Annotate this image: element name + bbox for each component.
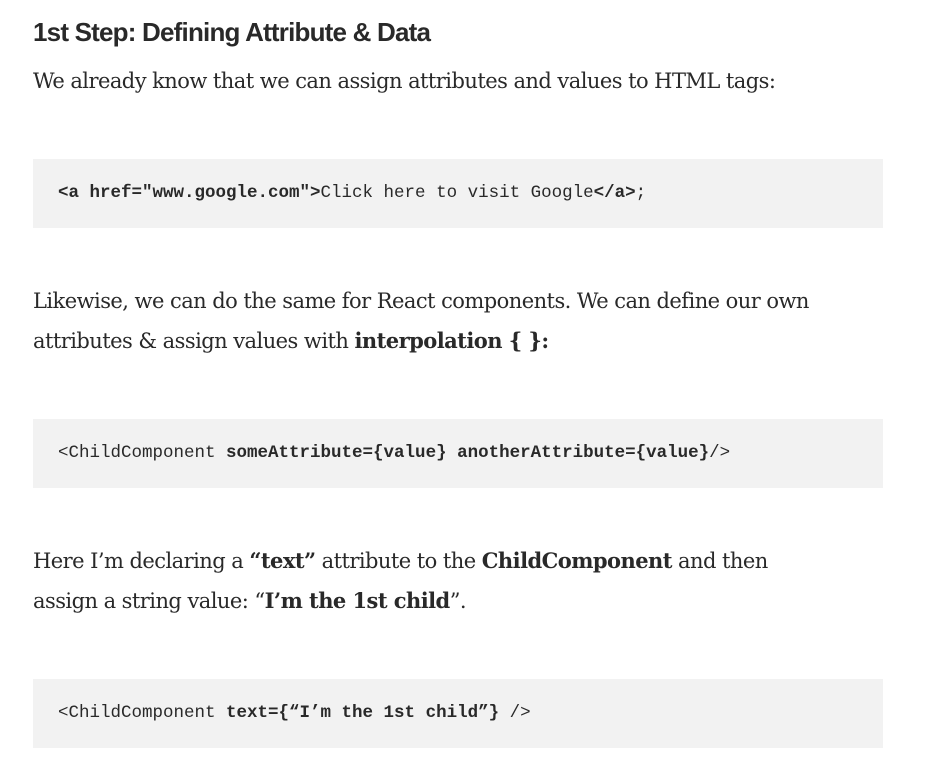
- child-component-emphasis: ChildComponent: [481, 548, 673, 573]
- intro-text: We already know that we can assign attri…: [33, 69, 776, 93]
- paragraph-text: ”.: [449, 589, 467, 613]
- text-attribute-emphasis: “text”: [249, 548, 316, 573]
- code-tag-open: <a href="www.google.com">: [58, 183, 321, 203]
- code-component-open: <ChildComponent: [58, 443, 227, 463]
- code-block-child-attributes: <ChildComponent someAttribute={value} an…: [33, 419, 883, 488]
- paragraph-line: Likewise, we can do the same for React c…: [33, 289, 809, 313]
- paragraph-text: attribute to the: [315, 549, 482, 573]
- paragraph-text: and then: [671, 549, 768, 573]
- section-heading: 1st Step: Defining Attribute & Data: [33, 17, 431, 47]
- code-component-close: />: [709, 443, 731, 463]
- code-attribute: anotherAttribute={value}: [457, 443, 710, 463]
- paragraph-text: attributes & assign values with: [33, 329, 355, 353]
- text-attribute-paragraph: Here I’m declaring a “text” attribute to…: [33, 541, 893, 621]
- code-component-open: <ChildComponent: [58, 703, 227, 723]
- code-tag-close: </a>: [593, 183, 636, 203]
- code-attribute: text={“I’m the 1st child”}: [226, 703, 500, 723]
- intro-paragraph: We already know that we can assign attri…: [33, 61, 893, 101]
- code-attribute: someAttribute={value}: [226, 443, 447, 463]
- code-block-html-link: <a href="www.google.com">Click here to v…: [33, 159, 883, 228]
- react-components-paragraph: Likewise, we can do the same for React c…: [33, 281, 893, 361]
- code-link-text: Click here to visit Google: [320, 183, 594, 203]
- paragraph-text: Here I’m declaring a: [33, 549, 250, 573]
- paragraph-text: assign a string value: “: [33, 589, 265, 613]
- code-component-close: />: [499, 703, 531, 723]
- string-value-emphasis: I’m the 1st child: [264, 588, 451, 613]
- interpolation-emphasis: interpolation { }:: [354, 328, 549, 353]
- code-semicolon: ;: [635, 183, 647, 203]
- code-block-text-attribute: <ChildComponent text={“I’m the 1st child…: [33, 679, 883, 748]
